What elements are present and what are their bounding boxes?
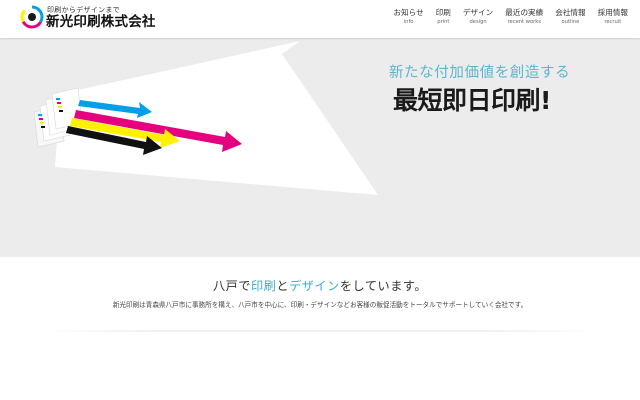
nav-item-label: 最近の実績 <box>505 8 544 17</box>
site-header: 印刷からデザインまで 新光印刷株式会社 お知らせ info 印刷 print デ… <box>0 0 640 38</box>
nav-item-outline[interactable]: 会社情報 outline <box>549 8 591 26</box>
nav-item-label: お知らせ <box>393 8 424 17</box>
hero-section: 新たな付加価値を創造する 最短即日印刷! <box>0 38 640 257</box>
nav-item-recent-works[interactable]: 最近の実績 recent works <box>499 8 549 26</box>
main-nav: お知らせ info 印刷 print デザイン design 最近の実績 rec… <box>387 8 634 26</box>
nav-item-sublabel: recent works <box>507 19 541 25</box>
nav-item-sublabel: print <box>437 19 450 25</box>
nav-item-sublabel: outline <box>561 19 580 25</box>
nav-item-label: デザイン <box>462 8 494 17</box>
nav-item-label: 印刷 <box>435 8 451 17</box>
section-divider <box>40 330 600 332</box>
intro-section: 八戸で印刷とデザインをしています。 新光印刷は青森県八戸市に事務所を構え、八戸市… <box>0 257 640 400</box>
intro-heading-accent-print: 印刷 <box>251 279 277 293</box>
logo-icon <box>20 5 44 29</box>
logo-tagline: 印刷からデザインまで <box>47 6 120 14</box>
logo-link[interactable]: 印刷からデザインまで 新光印刷株式会社 <box>20 5 170 33</box>
nav-item-sublabel: design <box>469 19 487 25</box>
nav-item-label: 採用情報 <box>597 8 628 17</box>
hero-subtitle: 新たな付加価値を創造する <box>389 65 571 81</box>
nav-item-sublabel: info <box>403 19 414 25</box>
intro-heading-part: 八戸で <box>212 279 251 293</box>
nav-item-label: 会社情報 <box>555 8 586 17</box>
hero-title: 最短即日印刷! <box>393 86 551 115</box>
company-name: 新光印刷株式会社 <box>46 14 156 30</box>
nav-item-info[interactable]: お知らせ info <box>387 8 429 26</box>
nav-item-print[interactable]: 印刷 print <box>430 8 457 26</box>
intro-heading-accent-design: デザイン <box>289 279 340 293</box>
nav-item-design[interactable]: デザイン design <box>457 8 499 26</box>
nav-item-sublabel: recruit <box>604 19 622 25</box>
intro-heading-part: と <box>276 279 290 293</box>
intro-text: 新光印刷は青森県八戸市に事務所を構え、八戸市を中心に、印刷・デザインなどお客様の… <box>112 301 528 309</box>
intro-heading-part: をしています。 <box>339 279 428 293</box>
intro-heading: 八戸で印刷とデザインをしています。 <box>0 278 640 294</box>
nav-item-recruit[interactable]: 採用情報 recruit <box>592 8 634 26</box>
